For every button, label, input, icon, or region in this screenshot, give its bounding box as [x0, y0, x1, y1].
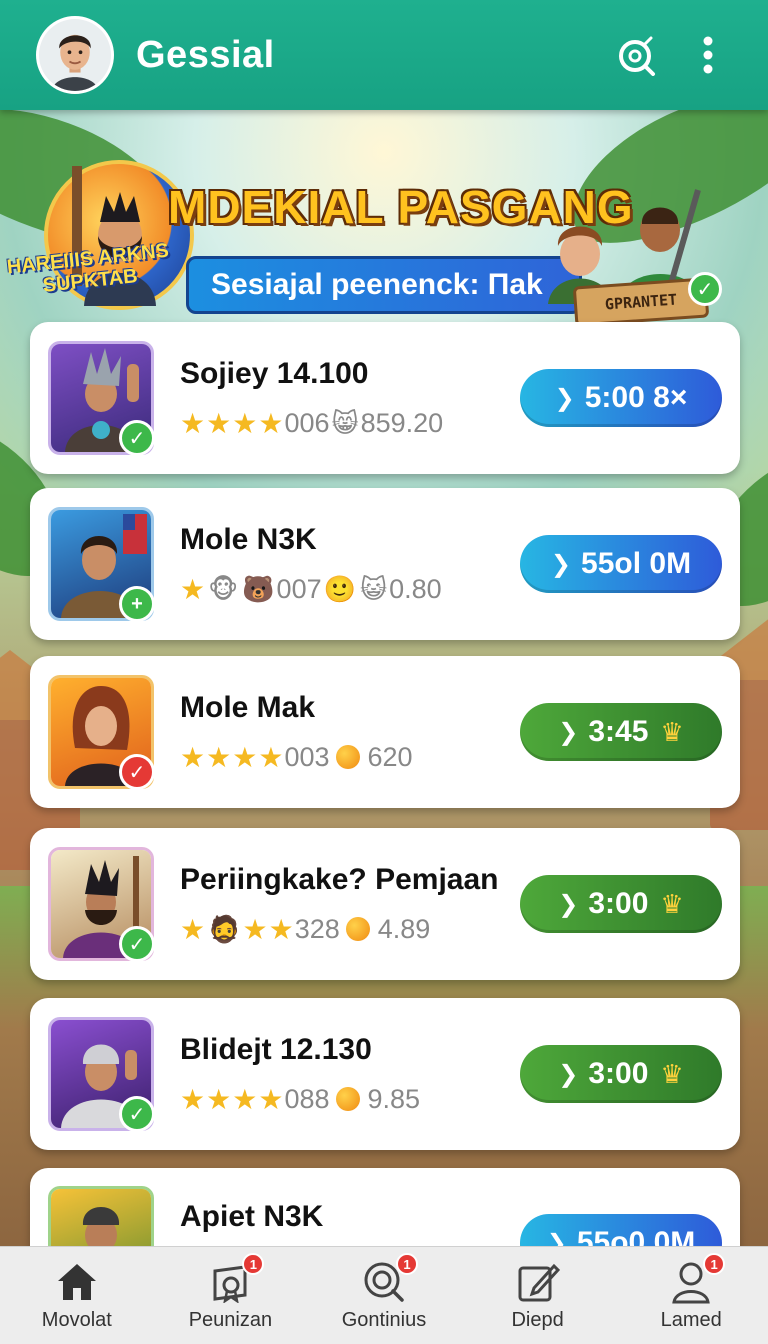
crown-icon: ♛ — [660, 1058, 684, 1089]
rating-count: 003 — [284, 741, 330, 772]
monkey-face-icon: 🐵 — [208, 573, 239, 604]
star-icon: ★ — [206, 407, 232, 439]
chevron-right-icon: ❯ — [558, 718, 579, 746]
star-icon: ★ — [180, 1083, 206, 1115]
game-card[interactable]: ✓ Periingkake? Pemjaan ★ 🧔 ★ ★ 328 4.89 ❯… — [30, 828, 740, 980]
edit-icon — [515, 1259, 561, 1305]
star-icon: ★ — [180, 407, 206, 439]
game-thumbnail: ✓ — [48, 675, 155, 790]
play-button[interactable]: ❯ 3:00 ♛ — [520, 1045, 722, 1103]
nav-label: Lamed — [660, 1309, 722, 1331]
rating-count: 006 — [284, 407, 330, 438]
nav-item-home[interactable]: Movolat — [0, 1247, 154, 1344]
chevron-right-icon: ❯ — [558, 1060, 579, 1088]
smiley-icon: 😸 — [331, 407, 359, 438]
chevron-right-icon: ❯ — [554, 384, 575, 412]
coin-icon — [335, 1087, 360, 1111]
crown-icon: ♛ — [660, 716, 684, 747]
star-icon: ★ — [258, 407, 284, 439]
nav-item-profile[interactable]: 1 Lamed — [614, 1247, 768, 1344]
game-card[interactable]: ✓ Sojiey 14.100 ★ ★ ★ ★ 006 😸 859.20 ❯ 5:00… — [30, 322, 740, 474]
crown-icon: ♛ — [660, 888, 684, 919]
face-icon: 🧔 — [208, 913, 241, 944]
game-thumbnail: ✓ — [48, 847, 155, 962]
star-icon: ★ — [180, 573, 206, 605]
play-button[interactable]: ❯ 55ol 0M — [520, 535, 722, 593]
play-button-label: 3:00 — [588, 887, 649, 920]
star-icon: ★ — [232, 741, 258, 773]
avatar[interactable] — [36, 16, 114, 94]
check-icon: ✓ — [688, 272, 722, 306]
game-thumbnail: ✓ — [48, 341, 155, 456]
verified-check-icon: ✓ — [119, 926, 155, 962]
game-score: 620 — [367, 741, 413, 772]
add-icon: + — [119, 586, 155, 622]
more-vertical-icon[interactable] — [684, 31, 732, 79]
chevron-right-icon: ❯ — [558, 890, 579, 918]
coin-icon — [345, 917, 370, 941]
rating-count: 328 — [294, 913, 340, 944]
nav-item-target[interactable]: 1 Gontinius — [307, 1247, 461, 1344]
smiley-icon: 🙂 — [323, 573, 356, 604]
play-button-label: 5:00 8× — [584, 381, 688, 414]
banner-subtitle: Sesiajal peenenck: Пak — [186, 256, 582, 314]
game-score: 0.80 — [389, 573, 442, 604]
rating-count: 007 — [276, 573, 322, 604]
nav-label: Movolat — [41, 1309, 112, 1331]
game-thumbnail: + — [48, 507, 155, 622]
notification-badge: 1 — [242, 1253, 265, 1275]
game-card[interactable]: + Mole N3K ★ 🐵 🐻 007 🙂 😺 0.80 ❯ 55ol 0M — [30, 488, 740, 640]
bottom-navigation: Movolat 1 Peunizan 1 Gontinius Diepd 1 L… — [0, 1246, 768, 1344]
game-card[interactable]: ✓ Mole Mak ★ ★ ★ ★ 003 620 ❯ 3:45 ♛ — [30, 656, 740, 808]
star-icon: ★ — [258, 1083, 284, 1115]
chevron-right-icon: ❯ — [550, 550, 572, 578]
nav-label: Diepd — [511, 1309, 564, 1331]
nav-label: Gontinius — [341, 1309, 427, 1331]
play-button[interactable]: ❯ 5:00 8× — [520, 369, 722, 427]
play-button[interactable]: ❯ 3:45 ♛ — [520, 703, 722, 761]
game-card[interactable]: ✓ Blidejt 12.130 ★ ★ ★ ★ 088 9.85 ❯ 3:00 ♛ — [30, 998, 740, 1150]
nav-item-rewards[interactable]: 1 Peunizan — [154, 1247, 308, 1344]
profile-avatar-image — [39, 19, 111, 91]
verified-check-icon: ✓ — [119, 754, 155, 790]
game-score: 9.85 — [367, 1083, 421, 1114]
rating-count: 088 — [284, 1083, 330, 1114]
star-icon: ★ — [180, 741, 206, 773]
notification-badge: 1 — [395, 1253, 418, 1275]
star-icon: ★ — [206, 1083, 232, 1115]
star-icon: ★ — [268, 913, 294, 945]
app-header: Gessial — [0, 0, 768, 110]
play-button-label: 3:00 — [588, 1057, 649, 1090]
star-icon: ★ — [232, 407, 258, 439]
home-icon — [54, 1259, 100, 1305]
play-button[interactable]: ❯ 3:00 ♛ — [520, 875, 722, 933]
cat-face-icon: 😺 — [359, 573, 388, 604]
verified-check-icon: ✓ — [119, 420, 155, 456]
nav-item-edit[interactable]: Diepd — [461, 1247, 615, 1344]
verified-check-icon: ✓ — [119, 1096, 155, 1132]
play-button-label: 55ol 0M — [581, 547, 692, 580]
star-icon: ★ — [206, 741, 232, 773]
coin-icon — [335, 745, 360, 769]
game-score: 859.20 — [360, 407, 444, 438]
app-title: Gessial — [136, 33, 275, 76]
game-score: 4.89 — [377, 913, 431, 944]
bear-face-icon: 🐻 — [242, 573, 275, 604]
nav-label: Peunizan — [188, 1309, 273, 1331]
play-button-label: 3:45 — [588, 715, 649, 748]
star-icon: ★ — [232, 1083, 258, 1115]
star-icon: ★ — [242, 913, 268, 945]
search-icon[interactable] — [612, 31, 660, 79]
star-icon: ★ — [180, 913, 206, 945]
game-thumbnail: ✓ — [48, 1017, 155, 1132]
notification-badge: 1 — [703, 1253, 726, 1275]
star-icon: ★ — [258, 741, 284, 773]
